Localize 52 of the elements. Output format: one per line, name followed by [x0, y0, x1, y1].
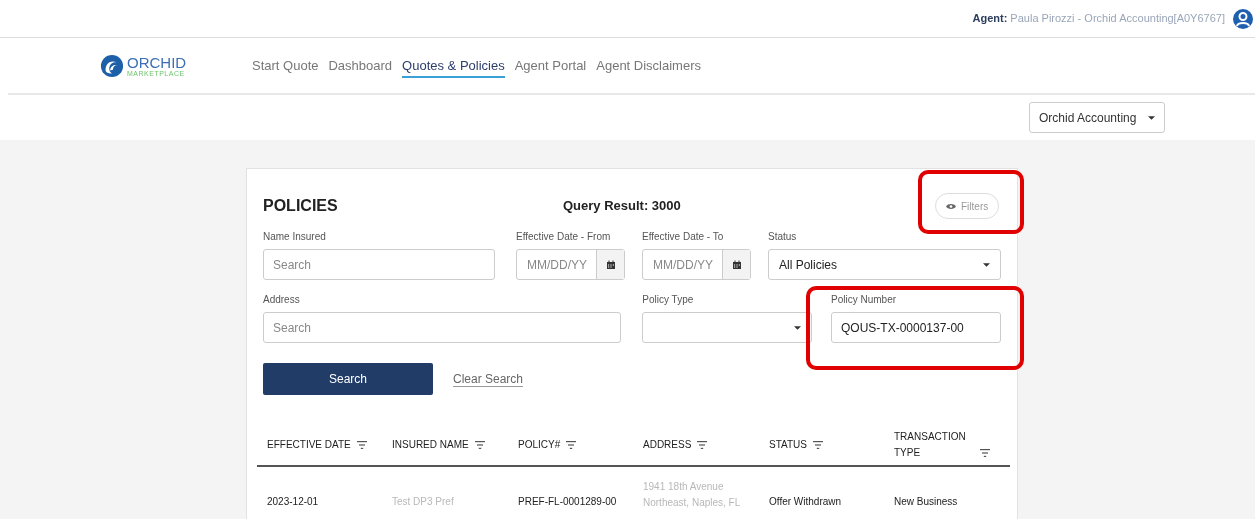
column-header[interactable]: ADDRESS — [633, 437, 759, 453]
panel-title: POLICIES — [263, 196, 339, 216]
user-avatar-icon[interactable] — [1233, 8, 1253, 29]
input-field[interactable]: Search — [263, 249, 495, 280]
eye-icon — [946, 202, 956, 210]
table-cell-text: 1941 18th Avenue Northeast, Naples, FL — [642, 480, 742, 510]
table-cell-text: PREF-FL-0001289-00 — [517, 495, 618, 509]
query-result: Query Result: 3000 — [563, 197, 682, 216]
nav-tab[interactable]: Start Quote — [252, 52, 319, 79]
caret-icon — [983, 262, 990, 267]
column-header[interactable]: POLICY# — [508, 437, 633, 453]
date-field[interactable]: MM/DD/YY — [642, 249, 751, 280]
select-field[interactable]: All Policies — [768, 249, 1001, 280]
field-label: Name Insured — [263, 231, 327, 243]
search-button[interactable]: Search — [263, 363, 433, 395]
clear-search-link[interactable]: Clear Search — [453, 371, 524, 387]
field-label: Policy Type — [642, 294, 695, 306]
logo-name: ORCHID — [127, 54, 187, 70]
date-field[interactable]: MM/DD/YY — [516, 249, 625, 280]
field-label: Address — [263, 294, 301, 306]
filter-icon[interactable] — [356, 441, 367, 449]
column-header[interactable]: EFFECTIVE DATE — [257, 437, 382, 453]
calendar-icon — [731, 259, 742, 270]
filter-icon[interactable] — [474, 441, 485, 449]
filter-icon[interactable] — [697, 441, 708, 449]
input-field[interactable]: Search — [263, 312, 622, 343]
column-header[interactable]: INSURED NAME — [382, 437, 508, 453]
field-label: Status — [768, 231, 798, 243]
column-header[interactable]: STATUS — [759, 437, 884, 453]
table-cell-text: Test DP3 Pref — [391, 495, 455, 509]
caret-icon — [1148, 115, 1155, 120]
field-label: Effective Date - From — [516, 231, 612, 243]
filter-icon[interactable] — [980, 449, 990, 457]
field-label: Effective Date - To — [642, 231, 725, 243]
table-cell-text: Offer Withdrawn — [768, 495, 843, 509]
table-cell-text: New Business — [893, 495, 959, 509]
input-field[interactable]: QOUS-TX-0000137-00 — [831, 312, 1001, 343]
column-header[interactable]: TRANSACTION TYPE — [884, 429, 1010, 461]
wave-logo-icon — [100, 53, 124, 78]
filter-icon[interactable] — [566, 441, 577, 449]
table-cell-text: 2023-12-01 — [266, 495, 320, 509]
nav-tab[interactable]: Agent Portal — [514, 52, 587, 79]
field-label: Policy Number — [831, 294, 898, 306]
nav-tab[interactable]: Agent Disclaimers — [596, 52, 701, 79]
nav-tab[interactable]: Dashboard — [328, 52, 393, 79]
agency-select[interactable]: Orchid Accounting — [1029, 102, 1165, 133]
agent-info: Agent: Paula Pirozzi - Orchid Accounting[A0Y6767] — [972, 11, 1225, 27]
select-field[interactable] — [642, 312, 812, 343]
nav-tab[interactable]: Quotes & Policies — [402, 52, 505, 79]
calendar-icon — [605, 259, 616, 270]
filter-icon[interactable] — [812, 441, 823, 449]
caret-icon — [794, 325, 801, 330]
